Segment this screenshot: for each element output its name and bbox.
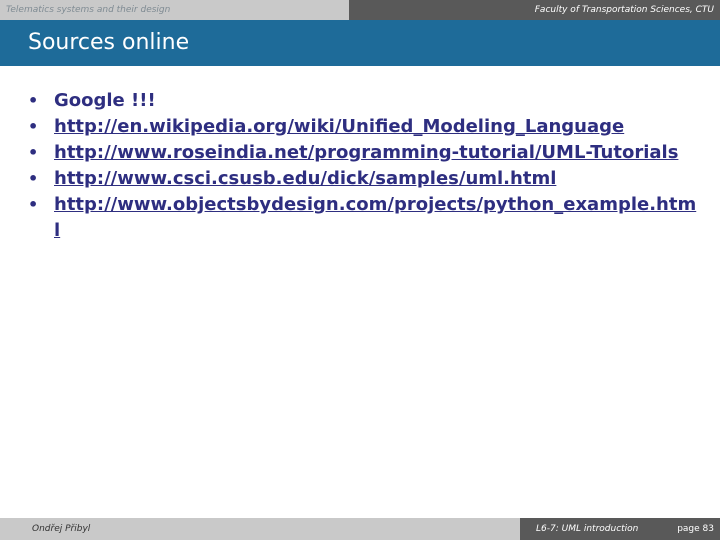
bullet-icon: • bbox=[28, 169, 39, 188]
source-link-wikipedia[interactable]: http://en.wikipedia.org/wiki/Unified_Mod… bbox=[54, 116, 624, 137]
bullet-icon: • bbox=[28, 117, 39, 136]
header-course-title: Telematics systems and their design bbox=[0, 0, 349, 20]
slide-title: Sources online bbox=[0, 20, 720, 66]
source-link-objectsbydesign[interactable]: http://www.objectsbydesign.com/projects/… bbox=[54, 194, 696, 241]
list-item[interactable]: • http://www.roseindia.net/programming-t… bbox=[0, 140, 720, 166]
footer-page-number: page 83 bbox=[677, 524, 714, 534]
source-link-roseindia[interactable]: http://www.roseindia.net/programming-tut… bbox=[54, 142, 678, 163]
footer-lecture: L6-7: UML introduction bbox=[536, 524, 639, 534]
list-item: • Google !!! bbox=[0, 88, 720, 114]
footer-info: L6-7: UML introduction page 83 bbox=[520, 518, 720, 540]
slide-content: • Google !!! • http://en.wikipedia.org/w… bbox=[0, 88, 720, 244]
list-item[interactable]: • http://www.csci.csusb.edu/dick/samples… bbox=[0, 166, 720, 192]
list-item[interactable]: • http://en.wikipedia.org/wiki/Unified_M… bbox=[0, 114, 720, 140]
list-item[interactable]: • http://www.objectsbydesign.com/project… bbox=[0, 192, 720, 244]
bullet-icon: • bbox=[28, 143, 39, 162]
footer-author: Ondřej Přibyl bbox=[0, 518, 520, 540]
source-link-csusb[interactable]: http://www.csci.csusb.edu/dick/samples/u… bbox=[54, 168, 556, 189]
bullet-icon: • bbox=[28, 91, 39, 110]
bullet-icon: • bbox=[28, 195, 39, 214]
header-faculty: Faculty of Transportation Sciences, CTU bbox=[349, 0, 720, 20]
source-google: Google !!! bbox=[54, 90, 156, 111]
source-list: • Google !!! • http://en.wikipedia.org/w… bbox=[0, 88, 720, 244]
